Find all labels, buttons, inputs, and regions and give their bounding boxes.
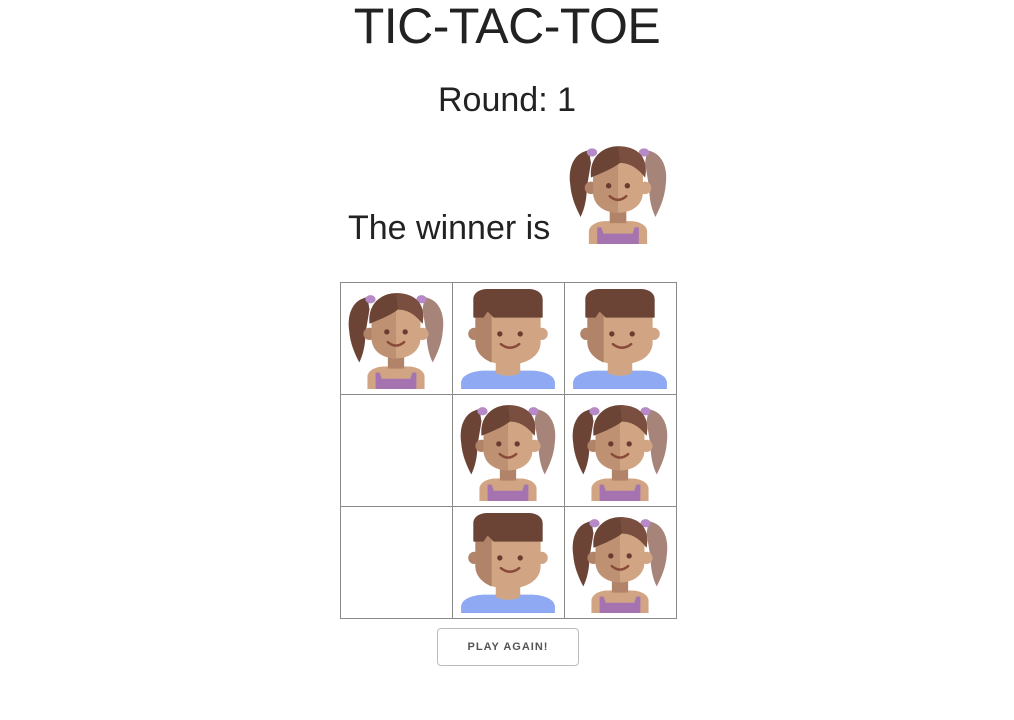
game-board [340, 282, 677, 619]
board-cell-8[interactable] [452, 506, 565, 619]
girl-avatar-icon [566, 140, 670, 244]
board-cell-5[interactable] [452, 394, 565, 507]
girl-avatar-icon [569, 399, 671, 501]
girl-avatar-icon [345, 287, 447, 389]
board-cell-3[interactable] [564, 282, 677, 395]
play-again-button[interactable]: PLAY AGAIN! [437, 628, 579, 666]
page-title: TIC-TAC-TOE [353, 0, 661, 54]
board-cell-4[interactable] [340, 394, 453, 507]
board-cell-2[interactable] [452, 282, 565, 395]
girl-avatar-icon [457, 399, 559, 501]
winner-label: The winner is [348, 209, 551, 247]
board-cell-6[interactable] [564, 394, 677, 507]
winner-announcement: The winner is [0, 140, 1014, 247]
girl-avatar-icon [569, 511, 671, 613]
game-page: TIC-TAC-TOE Round: 1 The winner is PLAY … [0, 0, 1014, 720]
round-label: Round: 1 [438, 81, 576, 119]
boy-avatar-icon [457, 287, 559, 389]
board-cell-1[interactable] [340, 282, 453, 395]
boy-avatar-icon [569, 287, 671, 389]
board-cell-9[interactable] [564, 506, 677, 619]
boy-avatar-icon [457, 511, 559, 613]
board-cell-7[interactable] [340, 506, 453, 619]
